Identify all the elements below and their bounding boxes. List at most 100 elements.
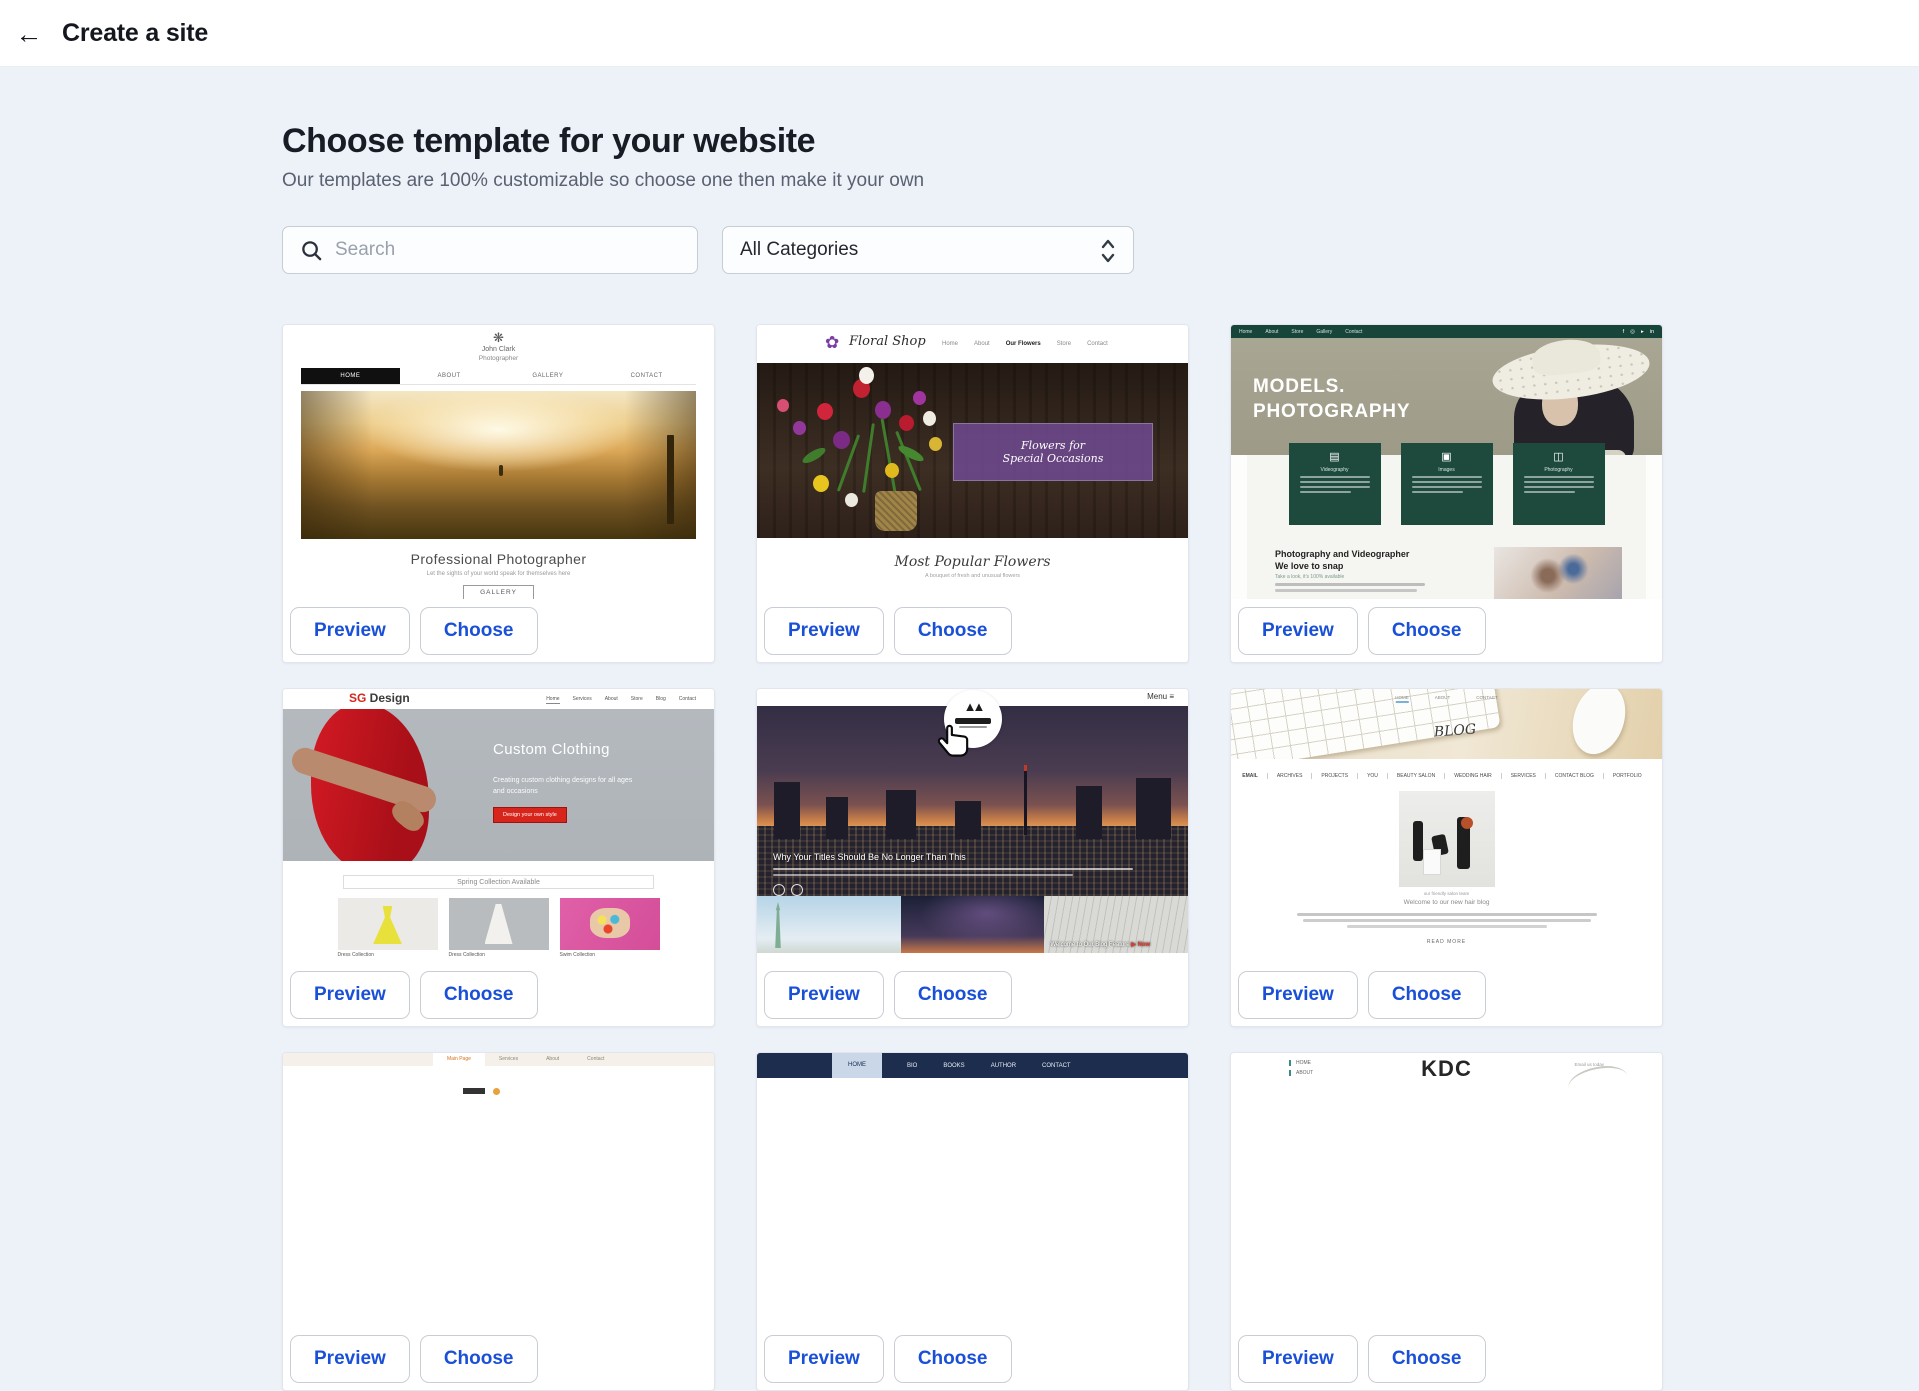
thumb-nav: HOME ABOUT GALLERY CONTACT (301, 368, 696, 385)
template-card-photographer: ❋ John Clark Photographer HOME ABOUT GAL… (282, 324, 715, 663)
mouse (1564, 689, 1634, 759)
thumb-subtitle: Welcome to our new hair blog (1231, 899, 1662, 906)
category-selected-value: All Categories (740, 227, 858, 273)
preview-button[interactable]: Preview (764, 971, 884, 1019)
thumb-nav-item: About (974, 341, 990, 347)
decorative-curve (1566, 1061, 1631, 1103)
statue (773, 902, 783, 948)
badge-banner (955, 718, 991, 724)
blog-logo: BLOG (1433, 722, 1476, 741)
feature-card: ▤ Videography (1289, 443, 1381, 525)
text-line (1524, 486, 1594, 488)
template-card-city-blog: Menu ≡ Why Your Titles Should Be No Long… (756, 688, 1189, 1027)
tower-spire (1024, 771, 1027, 836)
search-input[interactable] (335, 228, 685, 272)
template-grid: ❋ John Clark Photographer HOME ABOUT GAL… (282, 324, 1663, 1391)
feature-card: ▣ Images (1401, 443, 1493, 525)
thumb-nav-item: BIO (907, 1063, 917, 1069)
template-card-row3-middle: HOME BIO BOOKS AUTHOR CONTACT Preview Ch… (756, 1052, 1189, 1391)
preview-button[interactable]: Preview (290, 971, 410, 1019)
section-heading: Choose template for your website (282, 122, 1919, 161)
swimsuit (590, 908, 630, 938)
photo-caption: our friendly salon team (1231, 891, 1662, 896)
choose-button[interactable]: Choose (894, 971, 1012, 1019)
text-line (1524, 491, 1575, 493)
thumb-nav: Home About Our Flowers Store Contact (942, 341, 1108, 347)
tulip (793, 421, 806, 435)
main-content: Choose template for your website Our tem… (0, 67, 1919, 1391)
template-card-row3-right: HOME ABOUT KDC Email us today Preview Ch… (1230, 1052, 1663, 1391)
model-hero-photo: MODELS. PHOTOGRAPHY (1231, 338, 1662, 455)
template-card-sg-design: SG Design Home Services About Store Blog… (282, 688, 715, 1027)
choose-button[interactable]: Choose (894, 607, 1012, 655)
read-more-link: READ MORE (1231, 939, 1662, 945)
caption-text: Welcome to Our Blog Feature (1050, 942, 1129, 948)
hero-line: PHOTOGRAPHY (1253, 399, 1410, 424)
filter-controls: All Categories (282, 226, 1919, 274)
card-actions: Preview Choose (283, 963, 714, 1026)
thumb-hero-title: Custom Clothing (493, 741, 610, 758)
choose-button[interactable]: Choose (420, 971, 538, 1019)
choose-button[interactable]: Choose (894, 1335, 1012, 1383)
tulip (885, 463, 899, 478)
preview-button[interactable]: Preview (764, 607, 884, 655)
card-actions: Preview Choose (1231, 599, 1662, 662)
thumb-nav-item: CONTACT (597, 368, 696, 384)
category-select[interactable]: All Categories (722, 226, 1134, 274)
collection-banner: Spring Collection Available (343, 875, 654, 889)
logo-mark (463, 1088, 485, 1094)
card-actions: Preview Choose (283, 599, 714, 662)
preview-button[interactable]: Preview (764, 1335, 884, 1383)
thumb-hero-title: Why Your Titles Should Be No Longer Than… (773, 852, 966, 862)
mountain-logo-badge: ▲▲ (944, 690, 1002, 748)
template-thumbnail-row3-right: HOME ABOUT KDC Email us today (1231, 1053, 1662, 1327)
thumb-nav-item: Home (546, 696, 559, 704)
thumb-nav-item: Store (1057, 341, 1071, 347)
thumb-title: Professional Photographer (283, 551, 714, 567)
choose-button[interactable]: Choose (420, 1335, 538, 1383)
template-card-floral: ✿ Floral Shop Home About Our Flowers Sto… (756, 324, 1189, 663)
preview-button[interactable]: Preview (290, 607, 410, 655)
leaf (800, 445, 827, 466)
choose-button[interactable]: Choose (1368, 971, 1486, 1019)
back-button[interactable]: ← (8, 13, 50, 55)
thumb-nav-item: BEAUTY SALON (1397, 773, 1445, 779)
thumb-nav-item: PROJECTS (1321, 773, 1358, 779)
preview-button[interactable]: Preview (1238, 1335, 1358, 1383)
thumb-nav-item: GALLERY (499, 368, 598, 384)
card-actions: Preview Choose (757, 963, 1188, 1026)
tulip (899, 415, 914, 431)
preview-button[interactable]: Preview (1238, 607, 1358, 655)
film-icon: ▤ (1329, 450, 1339, 463)
thumb-nav-item: EMAIL (1242, 773, 1268, 779)
text-line (1275, 589, 1417, 592)
vase (875, 491, 917, 531)
template-thumbnail-models: Home About Store Gallery Contact f ◎ ▸ i… (1231, 325, 1662, 599)
thumb-text: Photographer (283, 355, 714, 362)
choose-button[interactable]: Choose (1368, 1335, 1486, 1383)
template-card-keyboard-blog: HOME ABOUT CONTACT BLOG EMAIL ARCHIVES P… (1230, 688, 1663, 1027)
text-line (959, 726, 987, 728)
preview-button[interactable]: Preview (1238, 971, 1358, 1019)
text-line (1412, 486, 1482, 488)
choose-button[interactable]: Choose (1368, 607, 1486, 655)
building (886, 790, 916, 839)
template-card-models: Home About Store Gallery Contact f ◎ ▸ i… (1230, 324, 1663, 663)
thumb-nav-item: HOME (301, 368, 400, 384)
app-header: ← Create a site (0, 0, 1919, 67)
thumb-section-subtitle: A bouquet of fresh and unusual flowers (757, 573, 1188, 579)
thumb-section: Photography and Videographer We love to … (1275, 549, 1409, 580)
flower-stem (881, 418, 897, 492)
text-line (1275, 583, 1425, 586)
text-line (1412, 491, 1463, 493)
thumb-nav-item: Home (1239, 329, 1252, 335)
building (955, 801, 981, 839)
desk-hero-photo: HOME ABOUT CONTACT BLOG (1231, 689, 1662, 759)
feature-title: Photography (1513, 467, 1605, 473)
text-line (773, 868, 1133, 870)
thumb-nav-item: Services (485, 1053, 532, 1066)
template-thumbnail-sg-design: SG Design Home Services About Store Blog… (283, 689, 714, 963)
choose-button[interactable]: Choose (420, 607, 538, 655)
preview-button[interactable]: Preview (290, 1335, 410, 1383)
hero-line: MODELS. (1253, 374, 1410, 399)
